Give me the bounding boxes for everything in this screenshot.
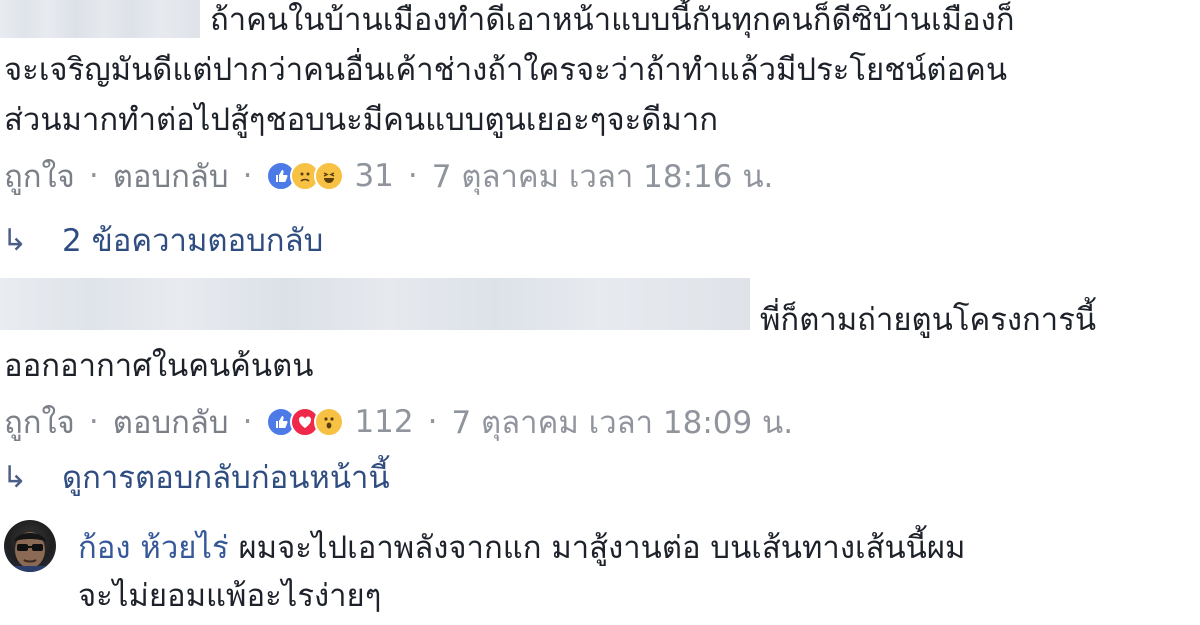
- avatar[interactable]: [4, 520, 56, 572]
- haha-reaction-icon: [314, 161, 345, 191]
- separator-dot: ·: [242, 404, 253, 440]
- reaction-summary[interactable]: [266, 161, 345, 191]
- reaction-summary[interactable]: [266, 407, 345, 437]
- view-previous-replies-link[interactable]: ↳ ดูการตอบกลับก่อนหน้านี้: [2, 455, 390, 499]
- separator-dot: ·: [88, 158, 99, 194]
- timestamp[interactable]: 7 ตุลาคม เวลา 18:09 น.: [451, 397, 793, 447]
- like-link[interactable]: ถูกใจ: [4, 397, 75, 447]
- comment-text-line: พี่ก็ตามถ่ายตูนโครงการนี้: [760, 302, 1097, 338]
- comment-text-line: ถ้าคนในบ้านเมืองทำดีเอาหน้าแบบนี้กันทุกค…: [210, 2, 1015, 38]
- blurred-author-name: [0, 278, 750, 330]
- separator-dot: ·: [242, 158, 253, 194]
- separator-dot: ·: [88, 404, 99, 440]
- view-replies-label[interactable]: 2 ข้อความตอบกลับ: [62, 215, 323, 265]
- reply-text-line: ก้อง ห้วยไร่ ผมจะไปเอาพลังจากแก มาสู้งาน…: [78, 524, 965, 572]
- blurred-author-name: [0, 0, 200, 38]
- wow-reaction-icon: [314, 407, 345, 437]
- separator-dot: ·: [407, 158, 418, 194]
- comment-text-line: จะเจริญมันดีแต่ปากว่าคนอื่นเค้าช่างถ้าใค…: [4, 52, 1008, 88]
- comment-action-bar: ถูกใจ · ตอบกลับ · 31 · 7 ตุลาคม เวลา 18:…: [4, 154, 773, 198]
- view-previous-replies-label[interactable]: ดูการตอบกลับก่อนหน้านี้: [62, 452, 390, 502]
- view-replies-link[interactable]: ↳ 2 ข้อความตอบกลับ: [2, 218, 323, 262]
- reaction-count[interactable]: 31: [354, 158, 393, 194]
- reply-text: ผมจะไปเอาพลังจากแก มาสู้งานต่อ บนเส้นทาง…: [238, 530, 966, 566]
- reply-arrow-icon: ↳: [2, 459, 28, 495]
- comment-action-bar: ถูกใจ · ตอบกลับ · 112 · 7 ตุลาคม เวลา 18…: [4, 400, 793, 444]
- timestamp[interactable]: 7 ตุลาคม เวลา 18:16 น.: [432, 151, 774, 201]
- comment-text-line: ออกอากาศในคนค้นตน: [4, 348, 314, 384]
- reaction-count[interactable]: 112: [354, 404, 413, 440]
- reply-text-line: จะไม่ยอมแพ้อะไรง่ายๆ: [78, 578, 382, 614]
- like-link[interactable]: ถูกใจ: [4, 151, 75, 201]
- reply-author-name[interactable]: ก้อง ห้วยไร่: [78, 530, 229, 566]
- reply-arrow-icon: ↳: [2, 222, 28, 258]
- avatar-photo-icon: [4, 532, 56, 572]
- reply-link[interactable]: ตอบกลับ: [113, 151, 229, 201]
- comment-text-line: ส่วนมากทำต่อไปสู้ๆชอบนะมีคนแบบตูนเยอะๆจะ…: [4, 102, 718, 138]
- separator-dot: ·: [427, 404, 438, 440]
- reply-link[interactable]: ตอบกลับ: [113, 397, 229, 447]
